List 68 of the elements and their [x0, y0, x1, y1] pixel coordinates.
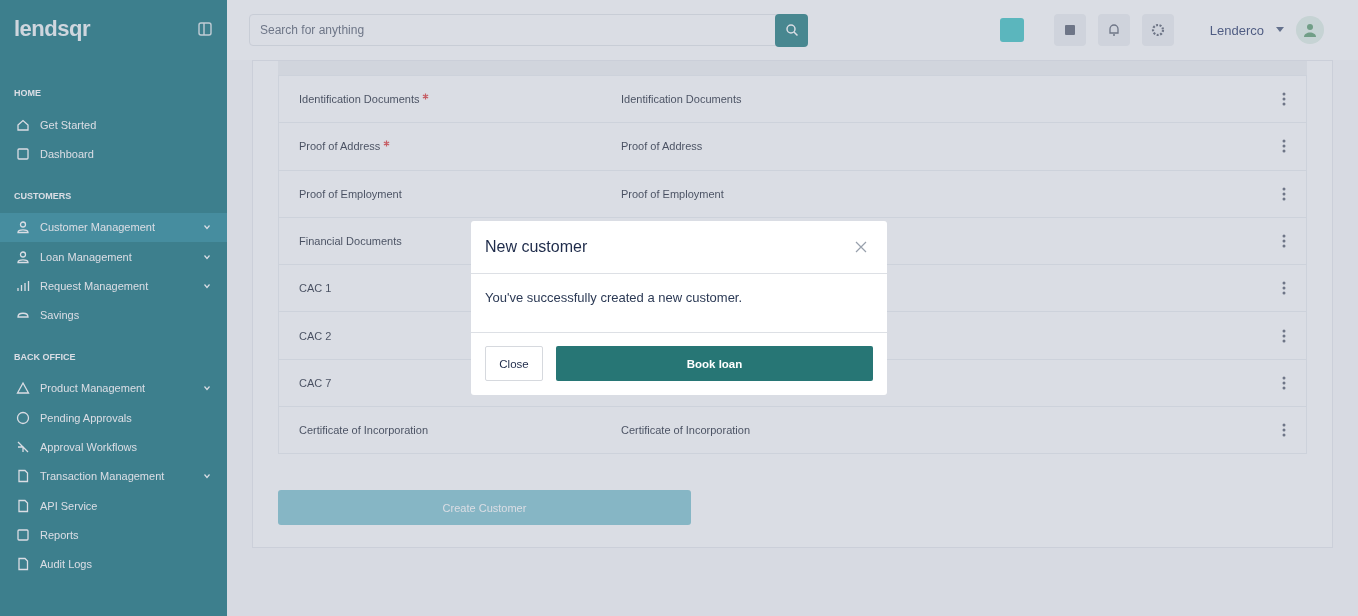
nav-item[interactable]: Get Started	[0, 110, 227, 140]
search-icon	[784, 23, 799, 37]
table-cell-text: Identification Documents	[621, 93, 743, 106]
chevron-icon	[203, 252, 211, 261]
nav-item[interactable]: Request Management	[0, 271, 227, 301]
square-icon	[16, 527, 30, 542]
table-cell-text: Proof of Address	[621, 140, 704, 153]
more-icon[interactable]	[1282, 375, 1286, 390]
document-icon	[16, 469, 30, 484]
caret-icon	[1276, 27, 1284, 33]
nav-item[interactable]: API Service	[0, 490, 227, 521]
app-icon[interactable]	[999, 18, 1024, 42]
table-cell: Certificate of Incorporation	[299, 424, 428, 437]
user-icon	[16, 249, 30, 264]
table-cell: Proof of Employment	[299, 187, 402, 200]
nav-item[interactable]: Pending Approvals	[0, 403, 227, 433]
more-icon[interactable]	[1282, 281, 1286, 296]
search-field[interactable]: Search for anything	[249, 14, 779, 46]
table-cell: CAC 7	[299, 376, 332, 389]
nav-item[interactable]: Audit Logs	[0, 549, 227, 579]
more-icon[interactable]	[1282, 328, 1286, 343]
close-icon[interactable]	[855, 241, 867, 253]
more-icon[interactable]	[1282, 186, 1286, 201]
table-cell: CAC 1	[299, 282, 332, 295]
table-cell-text: Certificate of Incorporation	[621, 424, 751, 437]
dialog-title: New customer	[485, 238, 588, 256]
collapse-icon[interactable]	[197, 21, 213, 37]
nav-item[interactable]: Transaction Management	[0, 461, 227, 491]
bar-chart-icon	[16, 278, 30, 293]
section-heading: CUSTOMERS	[13, 190, 73, 201]
user-icon	[16, 220, 30, 235]
chevron-icon	[203, 384, 211, 393]
document-icon	[16, 498, 30, 513]
nav-item[interactable]: Customer Management	[0, 212, 227, 242]
nav-item[interactable]: Savings	[0, 300, 227, 330]
table-cell: Financial Documents	[299, 235, 402, 248]
home-icon	[16, 117, 30, 132]
table-cell-text: Proof of Employment	[621, 187, 725, 200]
more-icon[interactable]	[1282, 234, 1286, 249]
more-icon[interactable]	[1282, 139, 1286, 154]
chevron-icon	[203, 472, 211, 481]
dialog-message: You've successfully created a new customer.	[485, 290, 743, 305]
required-asterisk-icon	[383, 140, 391, 148]
document-icon	[16, 557, 30, 572]
triangle-icon	[16, 381, 30, 396]
section-heading: BACK OFFICE	[13, 351, 77, 362]
section-heading: HOME	[13, 88, 42, 98]
more-icon[interactable]	[1282, 423, 1286, 438]
table-cell: CAC 2	[299, 329, 332, 342]
close-button[interactable]: Close	[485, 346, 543, 381]
user-menu[interactable]: Lenderco	[1209, 22, 1264, 38]
nav-item[interactable]: Reports	[0, 520, 227, 550]
table-cell: Proof of Address	[299, 140, 381, 153]
notification-icon[interactable]	[1097, 14, 1130, 46]
chevron-icon	[203, 223, 211, 232]
required-asterisk-icon	[422, 93, 430, 101]
nav-item[interactable]: Loan Management	[0, 241, 227, 272]
square-icon	[16, 146, 30, 161]
nav-item[interactable]: Approval Workflows	[0, 432, 227, 462]
chevron-icon	[203, 281, 211, 290]
nav-item[interactable]: Product Management	[0, 373, 227, 404]
nav-item[interactable]: Dashboard	[0, 139, 227, 169]
circle-icon	[16, 410, 30, 425]
book-loan-button[interactable]: Book loan	[556, 346, 873, 381]
table-cell: Identification Documents	[299, 93, 420, 106]
avatar[interactable]	[1296, 16, 1324, 44]
more-icon[interactable]	[1282, 92, 1286, 107]
logo: lendsqr	[14, 16, 90, 42]
